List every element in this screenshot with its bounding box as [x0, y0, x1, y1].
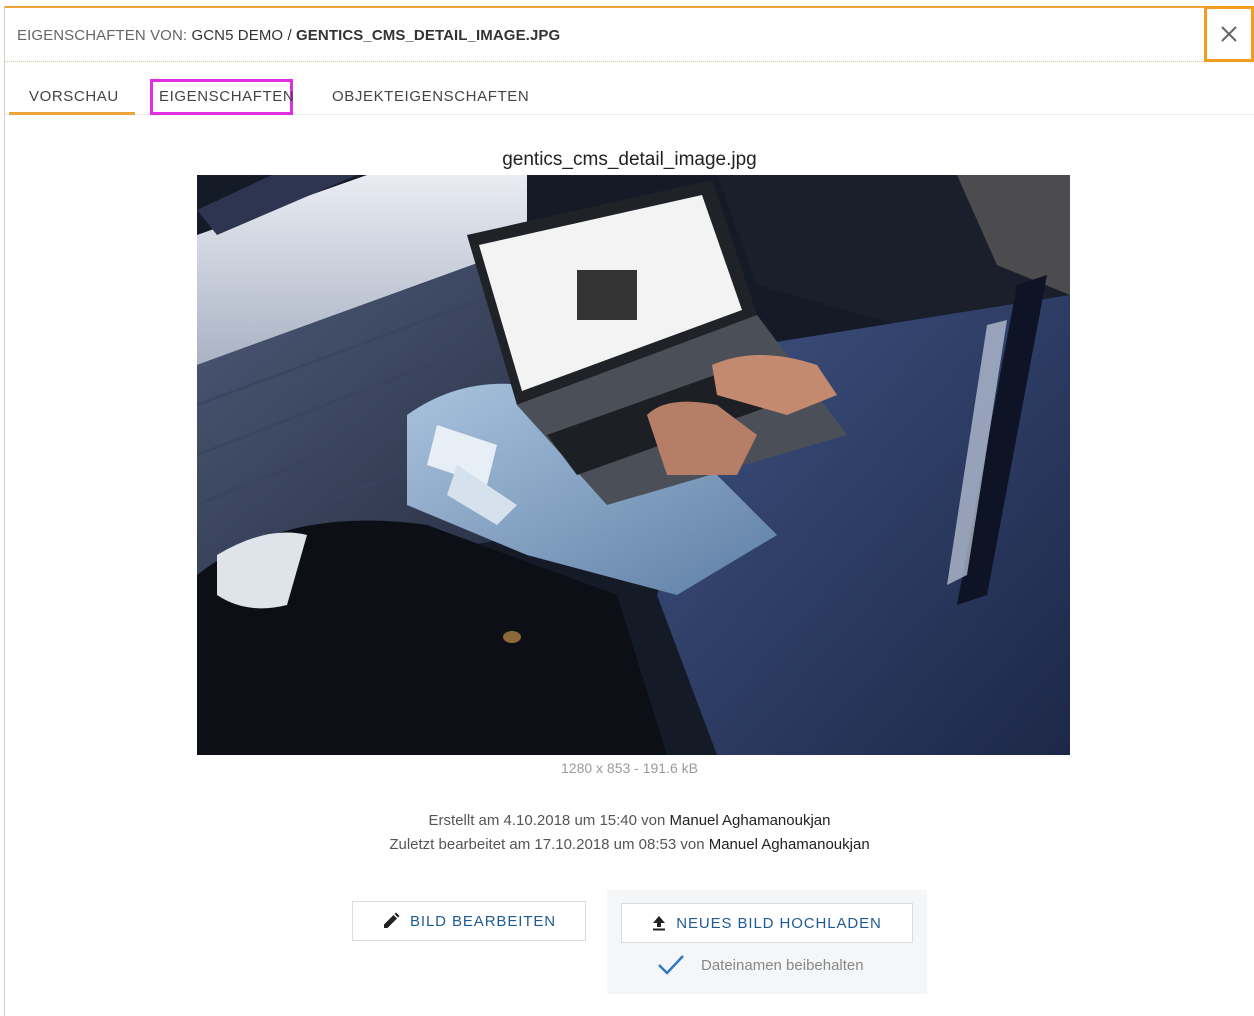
upload-icon: [653, 916, 666, 931]
edit-image-button[interactable]: BILD BEARBEITEN: [352, 901, 586, 941]
tab-bar: VORSCHAU EIGENSCHAFTEN OBJEKTEIGENSCHAFT…: [5, 62, 1254, 115]
modal-title: EIGENSCHAFTEN VON: GCN5 DEMO / GENTICS_C…: [17, 27, 560, 44]
keep-filename-label: Dateinamen beibehalten: [701, 956, 864, 974]
edited-user: Manuel Aghamanoukjan: [708, 836, 870, 853]
modal-header: EIGENSCHAFTEN VON: GCN5 DEMO / GENTICS_C…: [5, 6, 1254, 62]
title-node: GCN5 DEMO: [191, 27, 284, 44]
upload-panel: NEUES BILD HOCHLADEN Dateinamen beibehal…: [607, 890, 927, 994]
title-prefix: EIGENSCHAFTEN VON:: [17, 27, 188, 44]
upload-image-label: NEUES BILD HOCHLADEN: [676, 914, 882, 932]
edited-prefix: Zuletzt bearbeitet am 17.10.2018 um 08:5…: [389, 836, 705, 853]
edit-image-label: BILD BEARBEITEN: [409, 912, 557, 930]
upload-image-button[interactable]: NEUES BILD HOCHLADEN: [621, 903, 913, 943]
close-button[interactable]: [1204, 6, 1254, 62]
tab-eigenschaften[interactable]: EIGENSCHAFTEN: [159, 88, 294, 105]
keep-filename-checkbox[interactable]: Dateinamen beibehalten: [657, 954, 864, 976]
created-prefix: Erstellt am 4.10.2018 um 15:40 von: [428, 812, 666, 829]
image-dimensions: 1280 x 853 - 191.6 kB: [561, 760, 698, 776]
edited-info: Zuletzt bearbeitet am 17.10.2018 um 08:5…: [5, 836, 1254, 853]
tab-vorschau[interactable]: VORSCHAU: [29, 88, 119, 105]
created-info: Erstellt am 4.10.2018 um 15:40 von Manue…: [5, 812, 1254, 829]
active-tab-indicator: [9, 112, 135, 115]
preview-filename: gentics_cms_detail_image.jpg: [502, 149, 757, 170]
checkmark-icon: [658, 955, 684, 975]
preview-photo: [197, 175, 1070, 755]
tab-objekteigenschaften[interactable]: OBJEKTEIGENSCHAFTEN: [332, 88, 529, 105]
image-preview: [197, 175, 1070, 755]
title-separator: /: [287, 27, 292, 44]
close-icon: [1221, 26, 1237, 42]
title-file: GENTICS_CMS_DETAIL_IMAGE.JPG: [296, 27, 561, 44]
properties-modal: EIGENSCHAFTEN VON: GCN5 DEMO / GENTICS_C…: [4, 6, 1254, 1016]
pencil-icon: [383, 912, 400, 928]
created-user: Manuel Aghamanoukjan: [669, 812, 831, 829]
